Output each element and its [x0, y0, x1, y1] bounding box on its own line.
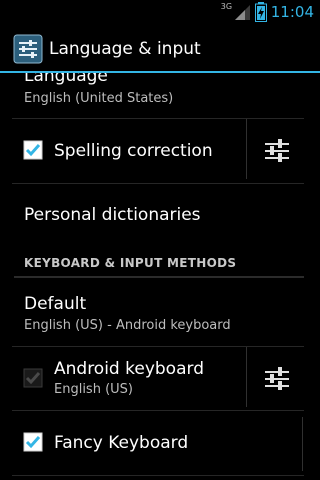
battery-icon — [254, 2, 267, 22]
android-keyboard-settings-icon[interactable] — [263, 365, 291, 393]
android-keyboard-item[interactable]: Android keyboard English (US) — [0, 347, 320, 409]
clock: 11:04 — [270, 3, 314, 21]
vertical-divider — [246, 347, 247, 407]
spelling-checkbox[interactable] — [23, 140, 43, 160]
default-title: Default — [24, 294, 87, 314]
action-bar: Language & input — [0, 25, 320, 73]
spelling-settings-icon[interactable] — [263, 137, 291, 165]
signal-icon: 3G — [221, 2, 251, 22]
spelling-title: Spelling correction — [54, 141, 213, 161]
personal-dictionaries-item[interactable]: Personal dictionaries — [0, 184, 320, 246]
fancy-keyboard-title: Fancy Keyboard — [54, 433, 189, 453]
vertical-divider — [302, 417, 303, 471]
fancy-keyboard-checkbox[interactable] — [23, 432, 43, 452]
language-title: Language — [24, 73, 108, 86]
page-title: Language & input — [49, 39, 201, 59]
vertical-divider — [246, 119, 247, 179]
section-header-keyboard: KEYBOARD & INPUT METHODS — [24, 256, 237, 270]
settings-app-icon[interactable] — [13, 34, 43, 64]
default-ime-item[interactable]: Default English (US) - Android keyboard — [0, 279, 320, 345]
divider — [12, 475, 304, 476]
status-bar: 3G 11:04 — [0, 0, 320, 25]
section-divider — [14, 276, 304, 278]
language-summary: English (United States) — [24, 91, 174, 106]
android-keyboard-checkbox — [23, 368, 43, 388]
personal-dictionaries-title: Personal dictionaries — [24, 205, 201, 225]
status-icons: 3G 11:04 — [221, 2, 314, 22]
default-summary: English (US) - Android keyboard — [24, 318, 231, 333]
language-item[interactable]: Language English (United States) — [0, 73, 320, 117]
settings-list[interactable]: Language English (United States) Spellin… — [0, 73, 320, 480]
android-keyboard-title: Android keyboard — [54, 359, 204, 379]
fancy-keyboard-item[interactable]: Fancy Keyboard — [0, 411, 320, 475]
network-type-label: 3G — [220, 2, 233, 11]
android-keyboard-summary: English (US) — [54, 382, 133, 397]
spelling-correction-item[interactable]: Spelling correction — [0, 119, 320, 183]
